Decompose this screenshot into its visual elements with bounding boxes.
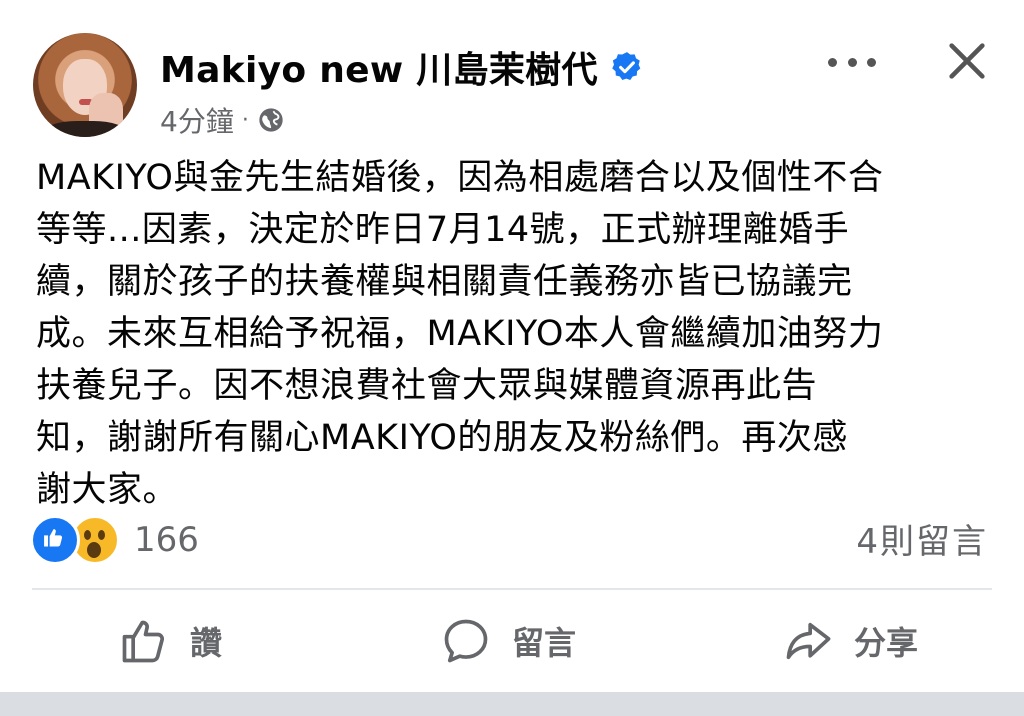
post-text-line: 謝大家。 <box>36 470 179 510</box>
more-dot <box>828 57 837 67</box>
post-text-line: MAKIYO與金先生結婚後，因為相處磨合以及個性不合 <box>36 158 884 198</box>
post-text: MAKIYO與金先生結婚後，因為相處磨合以及個性不合 等等...因素，決定於昨日… <box>36 152 1006 516</box>
reactions-summary[interactable]: 166 <box>30 512 199 568</box>
comment-button[interactable]: 留言 <box>440 605 576 677</box>
comment-count[interactable]: 4則留言 <box>856 514 988 563</box>
wow-mouth <box>87 542 101 558</box>
wow-eye <box>98 530 105 540</box>
post-text-line: 扶養兒子。因不想浪費社會大眾與媒體資源再此告 <box>36 366 818 406</box>
share-button[interactable]: 分享 <box>782 605 918 677</box>
comment-label: 留言 <box>512 624 577 662</box>
meta-separator: · <box>241 107 249 133</box>
post-text-line: 續，關於孩子的扶養權與相關責任義務亦皆已協議完 <box>36 262 853 302</box>
action-bar: 讚 留言 分享 <box>0 605 1024 677</box>
more-dots-icon[interactable] <box>828 52 876 72</box>
comment-bubble-icon <box>444 619 488 663</box>
post-text-line: 成。未來互相給予祝福，MAKIYO本人會繼續加油努力 <box>36 314 884 354</box>
like-button[interactable]: 讚 <box>118 605 222 677</box>
thumbs-up-icon <box>122 620 165 663</box>
divider <box>32 588 992 590</box>
post-text-line: 知，謝謝所有關心MAKIYO的朋友及粉絲們。再次感 <box>36 418 848 458</box>
like-label: 讚 <box>190 624 223 662</box>
author-row: Makiyo new 川島茉樹代 <box>160 40 644 94</box>
avatar-shirt <box>43 121 127 137</box>
post-meta: 4分鐘 · <box>160 100 285 140</box>
feed-separator <box>0 692 1024 716</box>
share-label: 分享 <box>854 624 919 662</box>
verified-badge-icon <box>612 52 641 81</box>
wow-eye <box>84 530 91 540</box>
post-text-line: 等等...因素，決定於昨日7月14號，正式辦理離婚手 <box>36 210 850 250</box>
author-name[interactable]: Makiyo new 川島茉樹代 <box>160 41 598 93</box>
more-dot <box>867 57 876 67</box>
like-reaction-icon <box>30 515 80 565</box>
globe-icon <box>259 108 283 132</box>
reaction-count: 166 <box>134 520 199 560</box>
post-time[interactable]: 4分鐘 <box>160 100 234 140</box>
close-icon[interactable] <box>944 38 990 84</box>
share-arrow-icon <box>786 622 831 660</box>
more-dot <box>847 57 857 67</box>
avatar[interactable] <box>33 33 137 137</box>
